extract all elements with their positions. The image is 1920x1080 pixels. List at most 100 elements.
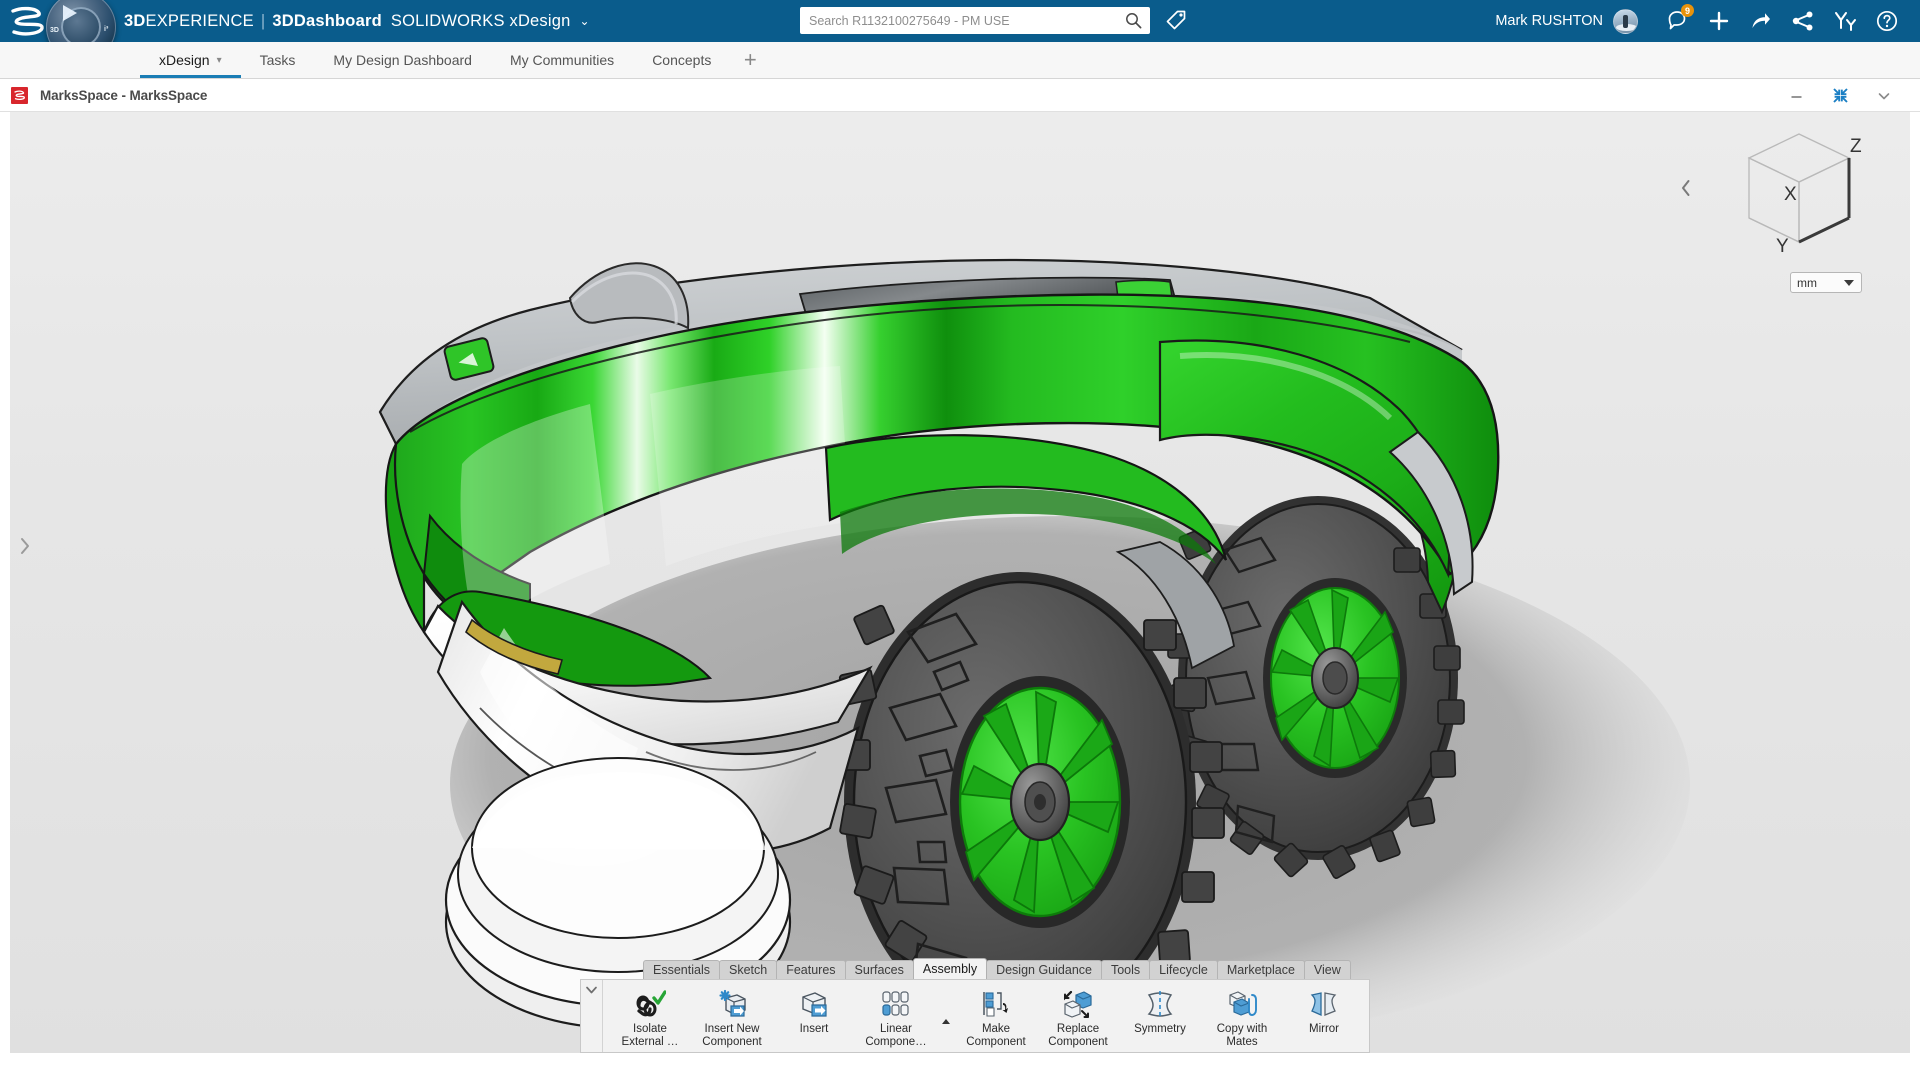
command-label: MakeComponent (966, 1023, 1025, 1049)
notification-badge-count: 9 (1681, 4, 1694, 17)
command-label: Copy withMates (1217, 1023, 1268, 1049)
command-label: Insert (800, 1023, 829, 1036)
autonomous-mower-model[interactable] (10, 112, 1910, 1080)
command-label: LinearCompone… (865, 1023, 926, 1049)
units-value: mm (1797, 276, 1817, 290)
ribbon-tab-essentials[interactable]: Essentials (643, 960, 720, 980)
ribbon-tab-marketplace[interactable]: Marketplace (1217, 960, 1305, 980)
left-panel-expander[interactable] (14, 532, 36, 560)
navcube-axis-x-label: X (1784, 184, 1797, 205)
chevron-down-icon[interactable]: ⌄ (580, 14, 590, 28)
add-tab-button[interactable]: + (730, 42, 770, 78)
top-right-actions: Mark RUSHTON 9 (1495, 0, 1908, 42)
compass-play-glyph (63, 5, 77, 21)
copy-with-mates-button[interactable]: Copy withMates (1201, 986, 1283, 1049)
tab-tasks[interactable]: Tasks (241, 42, 315, 78)
xdesign-app-icon (11, 87, 28, 104)
dassault-systemes-logo[interactable] (8, 4, 46, 38)
mirror-button[interactable]: Mirror (1283, 986, 1365, 1036)
command-label: ReplaceComponent (1048, 1023, 1107, 1049)
share-nodes-icon[interactable] (1791, 9, 1815, 33)
help-icon[interactable] (1875, 9, 1899, 33)
search-icon[interactable] (1125, 12, 1142, 29)
search-container (800, 7, 1150, 34)
brand-separator: | (261, 12, 266, 31)
ribbon-tab-strip: Essentials Sketch Features Surfaces Asse… (643, 959, 1350, 980)
tab-label: xDesign (159, 52, 210, 68)
collaborate-icon[interactable] (1833, 9, 1857, 33)
ribbon-tab-assembly[interactable]: Assembly (913, 958, 987, 980)
brand-3d: 3D (124, 12, 146, 31)
ribbon-tab-lifecycle[interactable]: Lifecycle (1149, 960, 1218, 980)
tag-icon[interactable] (1165, 9, 1187, 31)
viewport-bottom-strip (10, 1053, 1910, 1080)
mirror-icon (1308, 988, 1340, 1020)
ribbon-tab-features[interactable]: Features (776, 960, 845, 980)
ribbon-overflow-marker[interactable] (937, 1019, 955, 1024)
linear-component-pattern-icon (880, 988, 912, 1020)
more-options-button[interactable] (1862, 79, 1906, 112)
minimize-button[interactable] (1774, 79, 1818, 112)
tab-label: My Communities (510, 52, 614, 68)
ribbon-tab-sketch[interactable]: Sketch (719, 960, 777, 980)
xdesign-app-window: MarksSpace - MarksSpace (0, 79, 1920, 1080)
dashboard-tab-bar: xDesign ▾ Tasks My Design Dashboard My C… (0, 42, 1920, 79)
navcube-axis-z-label: Z (1850, 136, 1862, 157)
insert-button[interactable]: Insert (773, 986, 855, 1036)
3d-viewport[interactable]: Z X Y mm Essentials Sketch Features Surf… (10, 112, 1910, 1080)
ribbon-tab-design-guidance[interactable]: Design Guidance (986, 960, 1102, 980)
notifications-icon[interactable]: 9 (1665, 9, 1689, 33)
user-name-label[interactable]: Mark RUSHTON (1495, 13, 1603, 29)
add-icon[interactable] (1707, 9, 1731, 33)
tab-my-communities[interactable]: My Communities (491, 42, 633, 78)
chevron-down-icon (1844, 280, 1854, 286)
insert-icon (798, 988, 830, 1020)
command-label: Mirror (1309, 1023, 1339, 1036)
ribbon-tab-surfaces[interactable]: Surfaces (845, 960, 914, 980)
replace-component-button[interactable]: ReplaceComponent (1037, 986, 1119, 1049)
units-dropdown[interactable]: mm (1790, 272, 1862, 293)
replace-component-icon (1062, 988, 1094, 1020)
isolate-external-icon (634, 988, 666, 1020)
ribbon-tab-view[interactable]: View (1304, 960, 1351, 980)
command-label: Symmetry (1134, 1023, 1186, 1036)
brand-title[interactable]: 3DEXPERIENCE | 3DDashboard SOLIDWORKS xD… (124, 0, 590, 42)
brand-3ddashboard: 3DDashboard (272, 12, 381, 31)
tab-label: Tasks (260, 52, 296, 68)
make-component-button[interactable]: MakeComponent (955, 986, 1037, 1049)
tab-my-design-dashboard[interactable]: My Design Dashboard (314, 42, 491, 78)
command-label: Insert NewComponent (702, 1023, 761, 1049)
insert-new-component-button[interactable]: Insert NewComponent (691, 986, 773, 1049)
ribbon-tab-tools[interactable]: Tools (1101, 960, 1150, 980)
user-avatar[interactable] (1613, 9, 1638, 34)
ribbon-collapse-button[interactable] (581, 980, 603, 1052)
units-dropdown-container: mm (1790, 272, 1862, 293)
app-window-title-bar: MarksSpace - MarksSpace (0, 79, 1920, 112)
navcube-collapse-button[interactable] (1676, 176, 1696, 200)
model-stage (10, 112, 1910, 1080)
triangle-up-icon (942, 1019, 950, 1024)
ribbon-command-list: IsolateExternal … (603, 980, 1369, 1052)
symmetry-button[interactable]: Symmetry (1119, 986, 1201, 1036)
compass-label-west: 3D (50, 27, 59, 34)
tab-xdesign[interactable]: xDesign ▾ (140, 42, 241, 78)
window-controls (1774, 79, 1906, 112)
symmetry-icon (1144, 988, 1176, 1020)
insert-new-component-icon (716, 988, 748, 1020)
search-input[interactable] (800, 7, 1150, 34)
linear-component-pattern-button[interactable]: LinearCompone… (855, 986, 937, 1049)
copy-with-mates-icon (1226, 988, 1258, 1020)
chevron-down-icon[interactable]: ▾ (217, 55, 222, 66)
share-arrow-icon[interactable] (1749, 9, 1773, 33)
compass-label-east: i³ (104, 26, 108, 33)
isolate-external-button[interactable]: IsolateExternal … (609, 986, 691, 1049)
make-component-icon (980, 988, 1012, 1020)
view-navigation-cube[interactable]: Z X Y (1694, 120, 1884, 270)
navcube-axis-y-label: Y (1776, 236, 1789, 257)
brand-experience: EXPERIENCE (146, 12, 254, 31)
compass-label-north: Y (79, 0, 84, 1)
restore-down-button[interactable] (1818, 79, 1862, 112)
brand-app-name: SOLIDWORKS xDesign (391, 12, 571, 31)
tab-concepts[interactable]: Concepts (633, 42, 730, 78)
tab-label: Concepts (652, 52, 711, 68)
